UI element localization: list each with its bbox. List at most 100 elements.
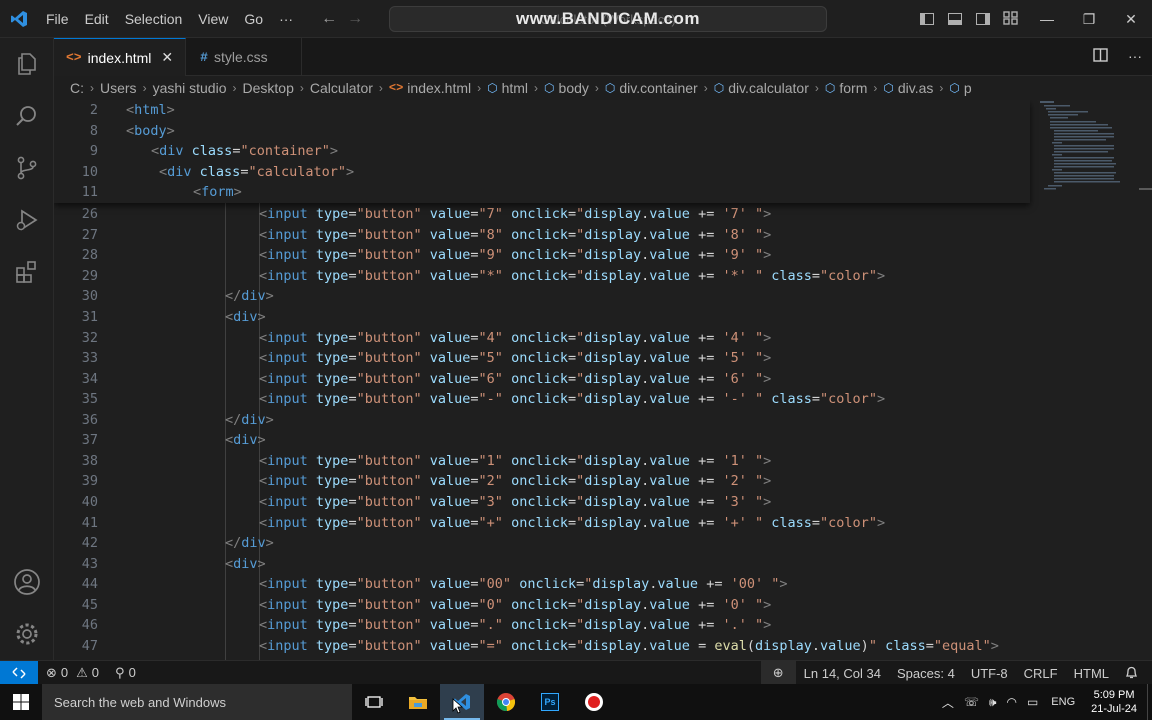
breadcrumb-item[interactable]: C: › [70,80,100,96]
explorer-icon[interactable] [0,38,54,90]
start-button-windows-icon[interactable] [0,684,42,720]
code-line[interactable]: 37 <div> [54,430,1030,451]
cursor-position[interactable]: Ln 14, Col 34 [796,666,889,681]
code-line[interactable]: 42 </div> [54,533,1030,554]
breadcrumb-item[interactable]: yashi studio › [153,80,243,96]
show-desktop-button[interactable] [1147,684,1152,720]
photoshop-icon[interactable]: Ps [528,684,572,720]
code-line[interactable]: 43 <div> [54,553,1030,574]
code-line[interactable]: 34 <input type="button" value="6" onclick… [54,368,1030,389]
breadcrumb-item[interactable]: Calculator › [310,80,389,96]
code-line[interactable]: 35 <input type="button" value="-" onclick… [54,389,1030,410]
menu-more[interactable]: ··· [271,0,301,38]
menu-go[interactable]: Go [236,0,271,38]
volume-icon[interactable]: 🕪 [984,695,1002,710]
show-hidden-icons-chevron-icon[interactable]: ︿ [937,694,959,711]
code-line[interactable]: 28 <input type="button" value="9" onclick… [54,245,1030,266]
forward-arrow-icon[interactable]: → [347,10,363,28]
sticky-scroll-header[interactable]: 2 <html> 8 <body> 9 <div class="container"> 10… [54,100,1030,203]
breadcrumb-item[interactable]: ⬡ body › [544,80,605,96]
search-icon[interactable] [0,90,54,142]
split-editor-icon[interactable] [1093,48,1108,65]
restore-button[interactable]: ❐ [1068,0,1110,38]
editor-scrollbar[interactable] [1138,100,1152,190]
toggle-primary-sidebar-icon[interactable] [920,13,934,25]
end-of-line[interactable]: CRLF [1016,666,1066,681]
minimap[interactable] [1038,100,1138,200]
menu-selection[interactable]: Selection [117,0,191,38]
file-encoding[interactable]: UTF-8 [963,666,1016,681]
breadcrumb-item[interactable]: ⬡ div.calculator › [714,80,825,96]
run-and-debug-icon[interactable] [0,194,54,246]
close-window-button[interactable]: ✕ [1110,0,1152,38]
code-line[interactable]: 8 <body> [54,121,1030,142]
code-line[interactable]: 30 </div> [54,286,1030,307]
breadcrumb-item[interactable]: ⬡ html › [487,80,544,96]
tab-index-html[interactable]: <> index.html ✕ [54,38,187,76]
code-line[interactable]: 45 <input type="button" value="0" onclick… [54,594,1030,615]
toggle-panel-icon[interactable] [948,13,962,25]
zoom-indicator[interactable]: ⊕ [760,661,796,685]
keyboard-icon[interactable]: ▭ [1022,695,1043,709]
code-line[interactable]: 46 <input type="button" value="." onclick… [54,615,1030,636]
breadcrumb-item[interactable]: ⬡ div.as › [883,80,949,96]
close-tab-icon[interactable]: ✕ [161,49,173,66]
back-arrow-icon[interactable]: ← [321,10,337,28]
indentation[interactable]: Spaces: 4 [889,666,963,681]
extensions-icon[interactable] [0,246,54,298]
code-line[interactable]: 2 <html> [54,100,1030,121]
taskbar-search-input[interactable]: Search the web and Windows [42,684,352,720]
file-explorer-icon[interactable] [396,684,440,720]
code-editor[interactable]: 2 <html> 8 <body> 9 <div class="container"> 10… [54,100,1152,660]
minimize-button[interactable]: — [1026,0,1068,38]
language-indicator[interactable]: ENG [1043,696,1083,708]
network-status-icon[interactable]: ☏ [959,695,984,709]
ports-indicator[interactable]: ⚲ 0 [107,665,144,681]
menu-view[interactable]: View [190,0,236,38]
code-line[interactable]: 36 </div> [54,410,1030,431]
problems-indicator[interactable]: ⊗ 0 ⚠ 0 [38,665,107,681]
more-actions-icon[interactable]: ··· [1128,48,1142,65]
breadcrumb-item[interactable]: Users › [100,80,153,96]
command-center[interactable]: Calculator (Workspace) www.BANDICAM.com [389,6,827,32]
system-clock[interactable]: 5:09 PM 21-Jul-24 [1083,688,1147,716]
code-line[interactable]: 31 <div> [54,307,1030,328]
task-view-icon[interactable] [352,684,396,720]
code-line[interactable]: 41 <input type="button" value="+" onclick… [54,512,1030,533]
source-control-icon[interactable] [0,142,54,194]
breadcrumb-item[interactable]: <> index.html › [389,80,487,96]
breadcrumb-item[interactable]: ⬡ p [949,80,971,96]
breadcrumb-item[interactable]: ⬡ form › [825,80,883,96]
breadcrumb-item[interactable]: Desktop › [243,80,310,96]
manage-gear-icon[interactable] [0,608,54,660]
code-line[interactable]: 32 <input type="button" value="4" onclick… [54,327,1030,348]
tab-style-css[interactable]: # style.css [186,38,303,76]
code-line[interactable]: 44 <input type="button" value="00" onclic… [54,574,1030,595]
bandicam-record-icon[interactable] [572,684,616,720]
code-line[interactable]: 39 <input type="button" value="2" onclick… [54,471,1030,492]
language-mode[interactable]: HTML [1066,666,1117,681]
accounts-icon[interactable] [0,556,54,608]
code-line[interactable]: 9 <div class="container"> [54,141,1030,162]
vscode-taskbar-icon[interactable] [440,684,484,720]
remote-window-icon[interactable] [0,660,38,685]
notifications-bell-icon[interactable] [1117,666,1152,680]
customize-layout-icon[interactable] [1003,10,1018,28]
chrome-icon[interactable] [484,684,528,720]
menu-file[interactable]: File [38,0,77,38]
wifi-icon[interactable]: ◠ [1001,695,1021,709]
toggle-secondary-sidebar-icon[interactable] [976,13,990,25]
code-line[interactable]: 29 <input type="button" value="*" onclick… [54,266,1030,287]
code-line[interactable]: 27 <input type="button" value="8" onclick… [54,225,1030,246]
code-token: input [267,391,308,408]
menu-edit[interactable]: Edit [77,0,117,38]
code-line[interactable]: 38 <input type="button" value="1" onclick… [54,451,1030,472]
breadcrumb-item[interactable]: ⬡ div.container › [605,80,714,96]
code-line[interactable]: 10 <div class="calculator"> [54,162,1030,183]
code-line[interactable]: 11 <form> [54,182,1030,203]
code-line[interactable]: 26 <input type="button" value="7" onclick… [54,204,1030,225]
code-line[interactable]: 33 <input type="button" value="5" onclick… [54,348,1030,369]
code-line[interactable]: 47 <input type="button" value="=" onclick… [54,636,1030,657]
code-line[interactable]: 40 <input type="button" value="3" onclick… [54,492,1030,513]
